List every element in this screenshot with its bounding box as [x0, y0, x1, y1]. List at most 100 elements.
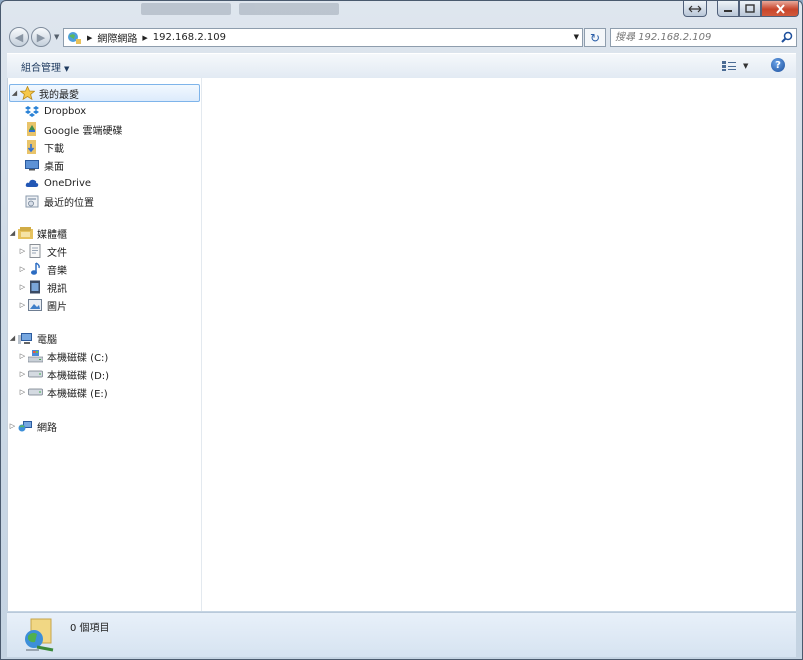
video-icon [27, 280, 43, 294]
breadcrumb-address[interactable]: 192.168.2.109 [153, 32, 226, 43]
back-button[interactable]: ◀ [9, 27, 29, 47]
tree-item-label: 文件 [47, 247, 67, 259]
tree-item-label: 視訊 [47, 283, 67, 295]
pictures-icon [27, 298, 43, 312]
forward-arrow-icon: ▶ [36, 30, 46, 44]
collapse-arrow-icon[interactable]: ◢ [8, 229, 17, 237]
command-bar: 組合管理 ▼ ▼ ? [7, 53, 796, 79]
switch-arrows-icon [688, 5, 702, 12]
tree-item-label: 本機磁碟 (D:) [47, 370, 110, 382]
maximize-button[interactable] [739, 1, 761, 17]
collapse-arrow-icon[interactable]: ◢ [8, 334, 17, 342]
back-arrow-icon: ◀ [14, 30, 24, 44]
expand-arrow-icon[interactable]: ▷ [18, 265, 27, 273]
tree-item-drive-c[interactable]: ▷ 本機磁碟 (C:) [8, 347, 200, 365]
content-area: ◢ 我的最愛 Dropbox Google 雲端硬碟 下載 桌面 OneDriv… [7, 78, 796, 611]
breadcrumb-separator[interactable]: ▶ [142, 34, 147, 42]
tree-libraries[interactable]: ◢ 媒體櫃 [8, 224, 200, 242]
tree-item-pictures[interactable]: ▷ 圖片 [8, 296, 200, 314]
drive-icon [27, 385, 43, 399]
network-label: 網路 [37, 422, 57, 434]
tree-item-label: 下載 [44, 143, 64, 155]
drive-icon [27, 367, 43, 381]
close-button[interactable] [761, 1, 799, 17]
expand-arrow-icon[interactable]: ▷ [18, 370, 27, 378]
organize-menu[interactable]: 組合管理 ▼ [21, 59, 69, 74]
system-drive-icon [27, 349, 43, 363]
network-icon [17, 419, 33, 433]
navigation-pane[interactable]: ◢ 我的最愛 Dropbox Google 雲端硬碟 下載 桌面 OneDriv… [8, 78, 202, 611]
expand-arrow-icon[interactable]: ▷ [18, 283, 27, 291]
dropbox-icon [24, 104, 40, 118]
tree-item-drive-d[interactable]: ▷ 本機磁碟 (D:) [8, 365, 200, 383]
tree-item-label: 本機磁碟 (C:) [47, 352, 109, 364]
expand-arrow-icon[interactable]: ▷ [18, 301, 27, 309]
tree-item-label: Google 雲端硬碟 [44, 125, 123, 137]
tree-item-label: 本機磁碟 (E:) [47, 388, 108, 400]
breadcrumb-internet[interactable]: 網際網路 [97, 30, 137, 45]
help-icon: ? [775, 59, 781, 71]
tree-network[interactable]: ▷ 網路 [8, 417, 200, 435]
search-icon[interactable] [781, 31, 793, 43]
google-drive-folder-icon [24, 122, 40, 136]
tree-item-music[interactable]: ▷ 音樂 [8, 260, 200, 278]
expand-arrow-icon[interactable]: ▷ [18, 352, 27, 360]
computer-icon [17, 331, 33, 345]
tree-computer[interactable]: ◢ 電腦 [8, 329, 200, 347]
libraries-icon [17, 226, 33, 240]
explorer-window: ◀ ▶ ▼ ▶ 網際網路 ▶ 192.168.2.109 ▼ ↻ 搜尋 192.… [0, 0, 803, 660]
computer-label: 電腦 [37, 334, 57, 346]
tree-item-downloads[interactable]: 下載 [8, 138, 200, 156]
music-icon [27, 262, 43, 276]
network-location-icon [25, 618, 54, 652]
recent-pages-dropdown[interactable]: ▼ [54, 33, 59, 41]
search-input[interactable] [615, 30, 775, 45]
title-bar[interactable] [1, 1, 802, 23]
expand-arrow-icon[interactable]: ▷ [18, 388, 27, 396]
minimize-icon [724, 9, 732, 12]
expand-arrow-icon[interactable]: ▷ [18, 247, 27, 255]
tree-item-label: 音樂 [47, 265, 67, 277]
refresh-button[interactable]: ↻ [584, 28, 606, 47]
expand-arrow-icon[interactable]: ▷ [8, 422, 17, 430]
file-list-pane[interactable] [202, 78, 796, 611]
minimize-button[interactable] [717, 1, 739, 17]
maximize-icon [745, 4, 755, 13]
tree-item-drive-e[interactable]: ▷ 本機磁碟 (E:) [8, 383, 200, 401]
tree-favorites[interactable]: ◢ 我的最愛 [9, 84, 200, 102]
close-icon [775, 3, 785, 14]
onedrive-icon [24, 176, 40, 190]
desktop-icon [24, 158, 40, 172]
item-count: 0 個項目 [70, 623, 110, 634]
tree-item-recent-places[interactable]: 最近的位置 [8, 192, 200, 210]
star-icon [19, 86, 35, 100]
help-button[interactable]: ? [771, 58, 785, 72]
tree-item-label: 桌面 [44, 161, 64, 173]
search-box[interactable] [610, 28, 797, 47]
tree-item-label: Dropbox [44, 105, 87, 117]
chevron-down-icon: ▼ [64, 65, 70, 73]
tree-item-desktop[interactable]: 桌面 [8, 156, 200, 174]
tree-item-documents[interactable]: ▷ 文件 [8, 242, 200, 260]
tree-item-google-drive[interactable]: Google 雲端硬碟 [8, 120, 200, 138]
tree-item-label: 圖片 [47, 301, 67, 313]
view-chevron-down-icon: ▼ [743, 62, 749, 70]
tree-item-video[interactable]: ▷ 視訊 [8, 278, 200, 296]
recent-places-icon [24, 194, 40, 208]
favorites-label: 我的最愛 [39, 89, 79, 101]
downloads-folder-icon [24, 140, 40, 154]
refresh-icon: ↻ [589, 30, 601, 45]
breadcrumb-separator[interactable]: ▶ [87, 34, 92, 42]
view-details-icon [722, 61, 736, 71]
tree-item-label: OneDrive [44, 177, 92, 189]
switch-window-button[interactable] [683, 1, 707, 17]
forward-button[interactable]: ▶ [31, 27, 51, 47]
address-bar[interactable]: ▶ 網際網路 ▶ 192.168.2.109 ▼ [63, 28, 583, 47]
tree-item-dropbox[interactable]: Dropbox [8, 102, 200, 120]
navigation-bar: ◀ ▶ ▼ ▶ 網際網路 ▶ 192.168.2.109 ▼ ↻ [7, 25, 797, 49]
collapse-arrow-icon[interactable]: ◢ [10, 89, 19, 97]
organize-label: 組合管理 [21, 63, 61, 74]
address-history-dropdown[interactable]: ▼ [574, 33, 579, 41]
tree-item-onedrive[interactable]: OneDrive [8, 174, 200, 192]
change-view-button[interactable]: ▼ [721, 58, 753, 74]
